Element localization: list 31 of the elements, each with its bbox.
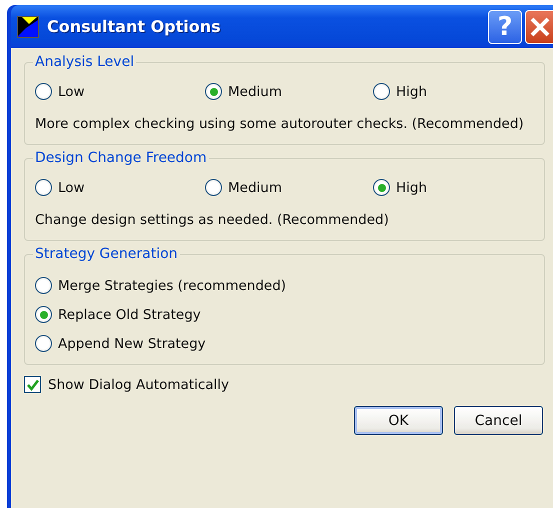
close-button[interactable] bbox=[525, 10, 553, 44]
cancel-button[interactable]: Cancel bbox=[454, 406, 543, 435]
checkbox-label: Show Dialog Automatically bbox=[48, 376, 230, 392]
ok-button[interactable]: OK bbox=[354, 406, 443, 435]
app-icon bbox=[17, 16, 39, 38]
group-title: Design Change Freedom bbox=[33, 150, 209, 166]
radio-button[interactable] bbox=[35, 179, 52, 196]
option-label: Low bbox=[58, 180, 85, 196]
radio-button[interactable] bbox=[205, 83, 222, 100]
radio-button[interactable] bbox=[373, 83, 390, 100]
description-text: Change design settings as needed. (Recommended) bbox=[35, 212, 390, 228]
radio-button[interactable] bbox=[35, 277, 52, 294]
radio-button[interactable] bbox=[373, 179, 390, 196]
group-title: Analysis Level bbox=[33, 54, 136, 70]
option-label: Append New Strategy bbox=[58, 336, 206, 352]
description-text: More complex checking using some autorouter checks. (Recommended) bbox=[35, 116, 525, 132]
option-label: Replace Old Strategy bbox=[58, 306, 201, 322]
radio-button[interactable] bbox=[205, 179, 222, 196]
option-label: Low bbox=[58, 84, 85, 100]
checkbox[interactable] bbox=[24, 376, 41, 393]
radio-button[interactable] bbox=[35, 306, 52, 323]
option-label: Medium bbox=[228, 180, 282, 196]
option-label: High bbox=[396, 180, 428, 196]
option-label: Medium bbox=[228, 84, 282, 100]
close-icon bbox=[528, 14, 552, 38]
window-title: Consultant Options bbox=[47, 17, 222, 36]
option-label: High bbox=[396, 84, 428, 100]
option-label: Merge Strategies (recommended) bbox=[58, 278, 286, 294]
radio-button[interactable] bbox=[35, 335, 52, 352]
radio-button[interactable] bbox=[35, 83, 52, 100]
group-title: Strategy Generation bbox=[33, 246, 180, 262]
